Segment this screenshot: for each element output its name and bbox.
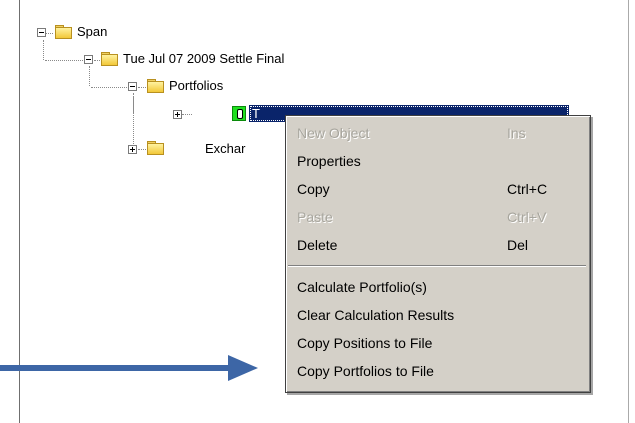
menu-item-properties[interactable]: Properties: [286, 147, 590, 175]
collapse-toggle[interactable]: [128, 82, 137, 91]
menu-item-label: Clear Calculation Results: [297, 307, 455, 323]
tree-node-exchanges[interactable]: Exchar: [205, 141, 245, 157]
annotation-arrow-icon: [228, 355, 258, 381]
menu-item-label: Copy Portfolios to File: [297, 363, 434, 379]
menu-item-shortcut: Ctrl+V: [507, 209, 547, 225]
menu-item-shortcut: Ins: [507, 125, 526, 141]
menu-item-label: Delete: [297, 237, 338, 253]
menu-item-paste[interactable]: Paste Ctrl+V: [286, 203, 590, 231]
panel-border: [628, 0, 629, 423]
tree-connector: [182, 114, 192, 115]
menu-item-label: New Object: [297, 125, 370, 141]
tree-connector: [43, 40, 44, 60]
menu-item-label: Paste: [297, 209, 333, 225]
collapse-toggle[interactable]: [37, 28, 46, 37]
tree-node-settle-date[interactable]: Tue Jul 07 2009 Settle Final: [123, 51, 284, 67]
menu-item-label: Copy Positions to File: [297, 335, 433, 351]
portfolio-icon: [232, 106, 246, 121]
tree-node-span[interactable]: Span: [77, 24, 107, 40]
tree-connector: [89, 66, 90, 86]
folder-icon: [55, 25, 72, 39]
menu-item-new-object[interactable]: New Object Ins: [286, 119, 590, 147]
expand-toggle[interactable]: [173, 110, 182, 119]
tree-node-portfolios[interactable]: Portfolios: [169, 78, 223, 94]
menu-item-shortcut: Del: [507, 237, 529, 253]
folder-icon: [101, 52, 118, 66]
collapse-toggle[interactable]: [84, 55, 93, 64]
menu-item-calculate-portfolios[interactable]: Calculate Portfolio(s): [286, 273, 590, 301]
tree-connector: [45, 60, 85, 61]
expand-toggle[interactable]: [128, 145, 137, 154]
folder-icon: [147, 79, 164, 93]
tree-connector: [91, 87, 131, 88]
menu-item-copy-portfolios-to-file[interactable]: Copy Portfolios to File: [286, 357, 590, 385]
menu-item-clear-calculation-results[interactable]: Clear Calculation Results: [286, 301, 590, 329]
menu-item-delete[interactable]: Delete Del: [286, 231, 590, 259]
menu-item-shortcut: Ctrl+C: [507, 181, 548, 197]
tree-connector: [133, 96, 134, 150]
folder-icon: [147, 141, 164, 155]
menu-item-copy-positions-to-file[interactable]: Copy Positions to File: [286, 329, 590, 357]
annotation-arrow-shaft: [0, 365, 232, 371]
menu-separator: [288, 265, 586, 267]
menu-item-label: Calculate Portfolio(s): [297, 279, 427, 295]
menu-item-copy[interactable]: Copy Ctrl+C: [286, 175, 590, 203]
context-menu: New Object Ins Properties Copy Ctrl+C Pa…: [285, 115, 591, 393]
menu-item-label: Properties: [297, 153, 361, 169]
menu-item-label: Copy: [297, 181, 330, 197]
